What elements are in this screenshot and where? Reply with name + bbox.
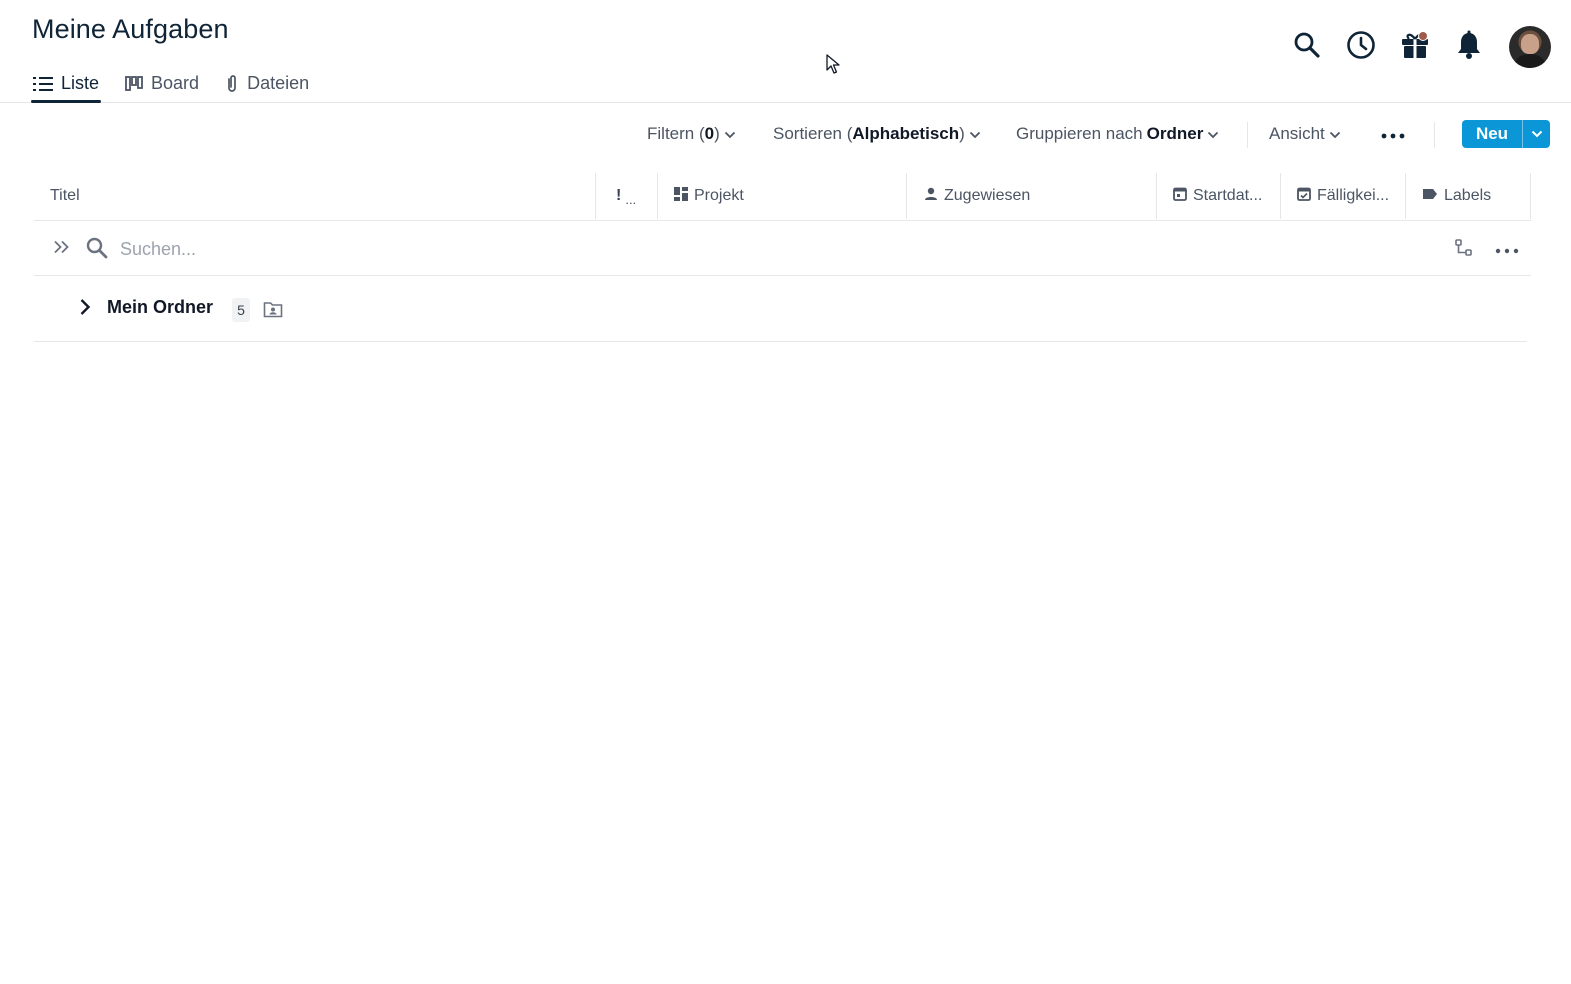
group-value: Ordner bbox=[1146, 124, 1204, 143]
filter-button[interactable]: Filtern (0) bbox=[647, 116, 736, 152]
column-assigned-label: Zugewiesen bbox=[944, 187, 1031, 204]
priority-icon: ! bbox=[616, 187, 622, 204]
avatar[interactable] bbox=[1509, 26, 1551, 68]
column-divider[interactable] bbox=[1405, 173, 1406, 219]
tab-liste[interactable]: Liste bbox=[31, 64, 102, 103]
search-icon bbox=[86, 237, 108, 264]
column-divider[interactable] bbox=[657, 173, 658, 219]
double-chevron-right-icon bbox=[53, 240, 71, 259]
group-row[interactable]: Mein Ordner 5 bbox=[34, 277, 1527, 342]
tab-board-label: Board bbox=[151, 73, 200, 93]
column-labels-label: Labels bbox=[1444, 187, 1492, 204]
toolbar-divider bbox=[1247, 122, 1248, 148]
column-header-assigned[interactable]: Zugewiesen bbox=[924, 171, 1030, 221]
search-input[interactable] bbox=[120, 234, 720, 264]
calendar-icon bbox=[1173, 186, 1187, 206]
chevron-right-icon bbox=[79, 298, 91, 321]
table-header: Titel ! ... Projekt Zugewiesen Startdat.… bbox=[34, 171, 1531, 221]
column-header-start-date[interactable]: Startdat... bbox=[1173, 171, 1279, 221]
column-header-priority[interactable]: ! ... bbox=[616, 171, 636, 221]
notification-dot bbox=[1418, 31, 1428, 41]
bell-icon bbox=[1456, 30, 1482, 65]
column-header-project[interactable]: Projekt bbox=[674, 171, 744, 221]
board-icon bbox=[125, 75, 143, 92]
app-root: Meine Aufgaben Liste Board Dateien Filte… bbox=[0, 0, 1571, 984]
calendar-check-icon bbox=[1297, 186, 1311, 206]
search-button[interactable] bbox=[1291, 24, 1323, 70]
tab-dateien[interactable]: Dateien bbox=[223, 64, 311, 103]
dashboard-icon bbox=[674, 186, 688, 206]
sort-value: Alphabetisch bbox=[852, 124, 960, 143]
more-options-button[interactable] bbox=[1381, 116, 1405, 152]
subtasks-toggle-button[interactable] bbox=[1452, 238, 1476, 262]
column-header-title[interactable]: Titel bbox=[50, 171, 80, 221]
group-label: Gruppieren nach bbox=[1016, 124, 1143, 143]
list-icon bbox=[33, 76, 53, 92]
column-project-label: Projekt bbox=[694, 187, 744, 204]
column-due-date-label: Fälligkei... bbox=[1317, 187, 1390, 204]
tab-board[interactable]: Board bbox=[123, 64, 201, 103]
filter-label: Filtern (0) bbox=[647, 124, 720, 143]
chevron-down-icon bbox=[1207, 124, 1219, 144]
new-dropdown-button[interactable] bbox=[1523, 120, 1550, 148]
sort-button[interactable]: Sortieren (Alphabetisch) bbox=[773, 116, 981, 152]
chevron-down-icon bbox=[1531, 125, 1543, 143]
column-divider[interactable] bbox=[906, 173, 907, 219]
notifications-button[interactable] bbox=[1453, 24, 1485, 70]
priority-more-label: ... bbox=[625, 191, 637, 207]
new-button-group: Neu bbox=[1462, 120, 1550, 148]
expand-group-button[interactable] bbox=[76, 298, 94, 321]
expand-all-button[interactable] bbox=[52, 239, 72, 259]
page-header: Meine Aufgaben Liste Board Dateien bbox=[0, 0, 1571, 103]
column-divider[interactable] bbox=[595, 173, 596, 219]
toolbar-divider bbox=[1434, 122, 1435, 148]
person-icon bbox=[924, 187, 938, 206]
column-divider[interactable] bbox=[1280, 173, 1281, 219]
label-tag-icon bbox=[1422, 187, 1438, 205]
subtask-tree-icon bbox=[1455, 238, 1473, 262]
tab-dateien-label: Dateien bbox=[247, 73, 310, 93]
search-field-icon bbox=[85, 237, 109, 264]
row-more-options-button[interactable] bbox=[1492, 239, 1522, 261]
view-label: Ansicht bbox=[1269, 124, 1325, 143]
chevron-down-icon bbox=[1329, 124, 1341, 144]
column-header-labels[interactable]: Labels bbox=[1422, 171, 1491, 221]
chevron-down-icon bbox=[969, 124, 981, 144]
chevron-down-icon bbox=[724, 124, 736, 144]
gift-button[interactable] bbox=[1399, 24, 1431, 70]
column-start-date-label: Startdat... bbox=[1193, 187, 1263, 204]
view-button[interactable]: Ansicht bbox=[1269, 116, 1341, 152]
group-count-badge: 5 bbox=[232, 298, 250, 322]
shared-folder-icon bbox=[262, 299, 284, 319]
history-button[interactable] bbox=[1345, 24, 1377, 70]
list-toolbar: Filtern (0) Sortieren (Alphabetisch) Gru… bbox=[0, 116, 1571, 152]
group-button[interactable]: Gruppieren nach Ordner bbox=[1016, 116, 1219, 152]
header-actions bbox=[1291, 24, 1551, 70]
column-divider bbox=[1530, 173, 1531, 219]
tab-liste-label: Liste bbox=[61, 73, 100, 93]
page-title: Meine Aufgaben bbox=[32, 14, 229, 44]
more-horizontal-icon bbox=[1495, 241, 1519, 259]
search-icon bbox=[1293, 31, 1321, 64]
column-divider[interactable] bbox=[1156, 173, 1157, 219]
sort-label: Sortieren (Alphabetisch) bbox=[773, 124, 965, 143]
search-row bbox=[34, 222, 1531, 276]
group-label: Mein Ordner bbox=[107, 297, 214, 317]
paperclip-icon bbox=[225, 74, 239, 94]
column-header-due-date[interactable]: Fälligkei... bbox=[1297, 171, 1403, 221]
more-horizontal-icon bbox=[1381, 124, 1405, 144]
new-button[interactable]: Neu bbox=[1462, 120, 1522, 148]
column-title-label: Titel bbox=[50, 187, 80, 204]
view-tabs: Liste Board Dateien bbox=[31, 64, 333, 103]
filter-count: 0 bbox=[704, 124, 715, 143]
clock-icon bbox=[1346, 30, 1376, 65]
